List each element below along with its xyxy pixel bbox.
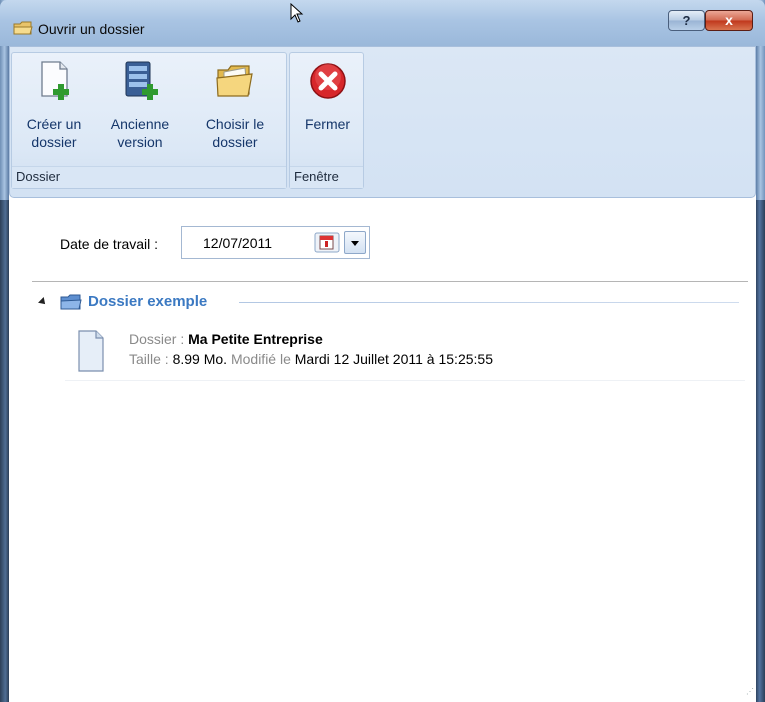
dossier-label: Dossier : [129, 331, 185, 347]
list-item[interactable]: Dossier : Ma Petite Entreprise Taille : … [65, 319, 745, 381]
old-version-label-2: version [117, 134, 163, 150]
calendar-icon[interactable] [312, 231, 342, 254]
new-document-plus-icon [41, 61, 69, 100]
window-title: Ouvrir un dossier [38, 21, 145, 37]
modified-value: Mardi 12 Juillet 2011 à 15:25:55 [294, 351, 493, 367]
mouse-cursor-icon [290, 3, 304, 23]
window-frame-right [756, 0, 765, 702]
dossier-name: Ma Petite Entreprise [188, 331, 323, 347]
red-close-circle-icon [309, 63, 346, 99]
choose-dossier-label-2: dossier [212, 134, 258, 150]
work-date-field[interactable]: 12/07/2011 [181, 226, 370, 259]
divider [32, 281, 748, 282]
ribbon-group-fenetre: Fermer Fenêtre [289, 52, 364, 189]
group-title-line [239, 302, 739, 303]
title-bar[interactable]: Ouvrir un dossier ? x [0, 0, 765, 46]
document-icon [78, 330, 104, 372]
folder-group-icon [60, 294, 82, 310]
chevron-down-icon[interactable] [344, 231, 366, 254]
create-dossier-label-2: dossier [31, 134, 77, 150]
old-version-button[interactable]: Ancienne version [96, 53, 184, 165]
help-button[interactable]: ? [668, 10, 705, 31]
open-folder-icon [216, 65, 253, 97]
ribbon-group-caption-dossier: Dossier [12, 166, 286, 188]
create-dossier-button[interactable]: Créer un dossier [12, 53, 96, 165]
work-date-label: Date de travail : [60, 236, 159, 252]
close-button[interactable]: Fermer [290, 53, 365, 165]
resize-grip[interactable]: ⋰ [746, 688, 754, 696]
group-title[interactable]: Dossier exemple [88, 293, 207, 310]
ribbon-group-dossier: Créer un dossier Ancienne version Choisi… [11, 52, 287, 189]
size-value: 8.99 Mo. [172, 351, 228, 367]
close-button-label: Fermer [304, 116, 351, 132]
size-label: Taille : [129, 351, 169, 367]
work-date-value[interactable]: 12/07/2011 [203, 235, 272, 251]
old-version-label-1: Ancienne [110, 116, 170, 132]
ribbon-group-caption-fenetre: Fenêtre [290, 166, 363, 188]
expand-arrow-icon[interactable] [38, 297, 48, 307]
window-frame-left [0, 0, 9, 702]
window-close-button[interactable]: x [705, 10, 753, 31]
modified-label: Modifié le [230, 351, 291, 367]
database-server-plus-icon [125, 61, 158, 100]
folder-icon [13, 21, 33, 35]
ribbon-toolbar: Créer un dossier Ancienne version Choisi… [9, 46, 756, 198]
create-dossier-label-1: Créer un [26, 116, 82, 132]
main-content: Date de travail : 12/07/2011 Dossier exe… [9, 198, 756, 702]
choose-dossier-label-1: Choisir le [205, 116, 265, 132]
choose-dossier-button[interactable]: Choisir le dossier [184, 53, 286, 165]
